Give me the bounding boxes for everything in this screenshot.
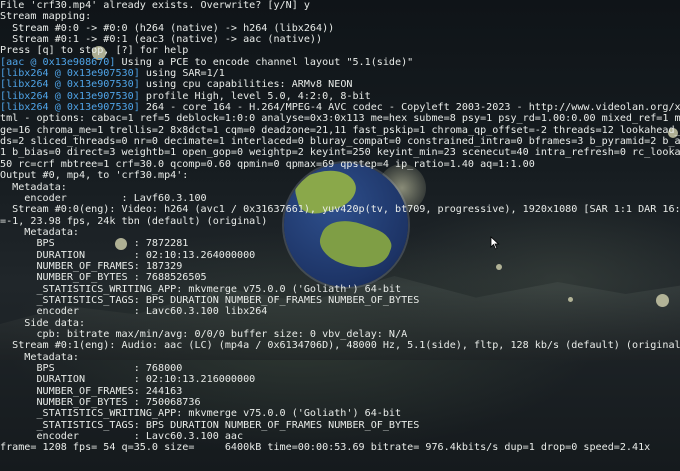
log-text: NUMBER_OF_FRAMES: 244163	[0, 385, 183, 397]
terminal-line: ge=16 chroma_me=1 trellis=2 8x8dct=1 cqm…	[0, 125, 680, 136]
terminal-line: 1 b_bias=0 direct=3 weightb=1 open_gop=0…	[0, 147, 680, 158]
terminal-line: [libx264 @ 0x13e907530] profile High, le…	[0, 91, 680, 102]
log-text: Press [q] to stop, [?] for help	[0, 45, 189, 57]
terminal-line: _STATISTICS_WRITING_APP: mkvmerge v75.0.…	[0, 284, 680, 295]
log-text: Stream #0:0(eng): Video: h264 (avc1 / 0x…	[0, 204, 680, 216]
log-text: using SAR=1/1	[139, 68, 225, 80]
log-text: DURATION : 02:10:13.264000000	[0, 249, 256, 261]
terminal-line: 50 rc=crf mbtree=1 crf=30.0 qcomp=0.60 q…	[0, 159, 680, 170]
log-text: 50 rc=crf mbtree=1 crf=30.0 qcomp=0.60 q…	[0, 158, 535, 170]
terminal-line: encoder : Lavc60.3.100 aac	[0, 431, 680, 442]
log-text: DURATION : 02:10:13.216000000	[0, 374, 256, 386]
log-text: Stream #0:1(eng): Audio: aac (LC) (mp4a …	[0, 340, 680, 352]
log-text: 264 - core 164 - H.264/MPEG-4 AVC codec …	[139, 102, 680, 114]
log-text: Output #0, mp4, to 'crf30.mp4':	[0, 170, 189, 182]
terminal-line: DURATION : 02:10:13.264000000	[0, 250, 680, 261]
log-text: File 'crf30.mp4' already exists. Overwri…	[0, 0, 310, 11]
terminal-line: Stream mapping:	[0, 11, 680, 22]
log-text: Metadata:	[0, 181, 67, 193]
log-text: =-1, 23.98 fps, 24k tbn (default) (origi…	[0, 215, 268, 227]
log-source-tag: [libx264 @ 0x13e907530]	[0, 102, 140, 114]
terminal-line: _STATISTICS_TAGS: BPS DURATION NUMBER_OF…	[0, 295, 680, 306]
terminal-line: Press [q] to stop, [?] for help	[0, 45, 680, 56]
terminal-line: NUMBER_OF_FRAMES: 244163	[0, 386, 680, 397]
log-text: BPS : 7872281	[0, 238, 189, 250]
terminal-line: tml - options: cabac=1 ref=5 deblock=1:0…	[0, 113, 680, 124]
log-text: ge=16 chroma_me=1 trellis=2 8x8dct=1 cqm…	[0, 124, 680, 136]
log-text: encoder : Lavc60.3.100 aac	[0, 431, 244, 443]
terminal-line: cpb: bitrate max/min/avg: 0/0/0 buffer s…	[0, 329, 680, 340]
terminal-line: BPS : 768000	[0, 363, 680, 374]
log-text: Using a PCE to encode channel layout "5.…	[115, 56, 414, 68]
terminal-line: [libx264 @ 0x13e907530] 264 - core 164 -…	[0, 102, 680, 113]
terminal-line: Metadata:	[0, 352, 680, 363]
mouse-pointer-icon	[490, 236, 500, 250]
terminal-line: encoder : Lavf60.3.100	[0, 193, 680, 204]
terminal-line: Stream #0:1 -> #0:1 (eac3 (native) -> aa…	[0, 34, 680, 45]
terminal-line: ds=2 sliced_threads=0 nr=0 decimate=1 in…	[0, 136, 680, 147]
terminal-line: Stream #0:0(eng): Video: h264 (avc1 / 0x…	[0, 204, 680, 215]
log-text: Stream #0:1 -> #0:1 (eac3 (native) -> aa…	[0, 34, 323, 46]
log-text: Stream #0:0 -> #0:0 (h264 (native) -> h2…	[0, 22, 335, 34]
terminal-line: =-1, 23.98 fps, 24k tbn (default) (origi…	[0, 216, 680, 227]
terminal-line: Stream #0:1(eng): Audio: aac (LC) (mp4a …	[0, 340, 680, 351]
terminal-line: _STATISTICS_WRITING_APP: mkvmerge v75.0.…	[0, 408, 680, 419]
terminal-line: NUMBER_OF_BYTES : 7688526505	[0, 272, 680, 283]
log-source-tag: [libx264 @ 0x13e907530]	[0, 79, 140, 91]
log-text: _STATISTICS_WRITING_APP: mkvmerge v75.0.…	[0, 283, 402, 295]
terminal-line: [libx264 @ 0x13e907530] using SAR=1/1	[0, 68, 680, 79]
log-text: NUMBER_OF_BYTES : 750068736	[0, 397, 201, 409]
log-text: using cpu capabilities: ARMv8 NEON	[139, 79, 353, 91]
terminal-line: encoder : Lavc60.3.100 libx264	[0, 306, 680, 317]
terminal-line: File 'crf30.mp4' already exists. Overwri…	[0, 0, 680, 11]
log-source-tag: [libx264 @ 0x13e907530]	[0, 90, 140, 102]
terminal-line: frame= 1208 fps= 54 q=35.0 size= 6400kB …	[0, 442, 680, 453]
log-text: encoder : Lavc60.3.100 libx264	[0, 306, 268, 318]
terminal-line: Metadata:	[0, 182, 680, 193]
log-source-tag: [libx264 @ 0x13e907530]	[0, 68, 140, 80]
log-text: _STATISTICS_TAGS: BPS DURATION NUMBER_OF…	[0, 419, 420, 431]
log-source-tag: [aac @ 0x13e908670]	[0, 56, 116, 68]
terminal-line: DURATION : 02:10:13.216000000	[0, 374, 680, 385]
terminal-line: _STATISTICS_TAGS: BPS DURATION NUMBER_OF…	[0, 420, 680, 431]
terminal-line: NUMBER_OF_BYTES : 750068736	[0, 397, 680, 408]
terminal-line: [libx264 @ 0x13e907530] using cpu capabi…	[0, 79, 680, 90]
log-text: Metadata:	[0, 226, 80, 238]
log-text: Side data:	[0, 317, 86, 329]
terminal-line: Side data:	[0, 318, 680, 329]
log-text: encoder : Lavf60.3.100	[0, 192, 207, 204]
log-text: cpb: bitrate max/min/avg: 0/0/0 buffer s…	[0, 328, 408, 340]
log-text: _STATISTICS_WRITING_APP: mkvmerge v75.0.…	[0, 408, 402, 420]
log-text: _STATISTICS_TAGS: BPS DURATION NUMBER_OF…	[0, 294, 420, 306]
log-text: Stream mapping:	[0, 11, 92, 23]
terminal-line: [aac @ 0x13e908670] Using a PCE to encod…	[0, 57, 680, 68]
log-text: frame= 1208 fps= 54 q=35.0 size= 6400kB …	[0, 442, 651, 454]
terminal-line: Output #0, mp4, to 'crf30.mp4':	[0, 170, 680, 181]
log-text: NUMBER_OF_BYTES : 7688526505	[0, 272, 207, 284]
log-text: profile High, level 5.0, 4:2:0, 8-bit	[139, 90, 371, 102]
log-text: ds=2 sliced_threads=0 nr=0 decimate=1 in…	[0, 136, 680, 148]
terminal-line: Stream #0:0 -> #0:0 (h264 (native) -> h2…	[0, 23, 680, 34]
log-text: Metadata:	[0, 351, 80, 363]
log-text: BPS : 768000	[0, 363, 183, 374]
terminal-line: Metadata:	[0, 227, 680, 238]
log-text: tml - options: cabac=1 ref=5 deblock=1:0…	[0, 113, 680, 125]
terminal-line: BPS : 7872281	[0, 238, 680, 249]
terminal-line: NUMBER_OF_FRAMES: 187329	[0, 261, 680, 272]
log-text: 1 b_bias=0 direct=3 weightb=1 open_gop=0…	[0, 147, 680, 159]
terminal-output[interactable]: File 'crf30.mp4' already exists. Overwri…	[0, 0, 680, 471]
log-text: NUMBER_OF_FRAMES: 187329	[0, 260, 183, 272]
